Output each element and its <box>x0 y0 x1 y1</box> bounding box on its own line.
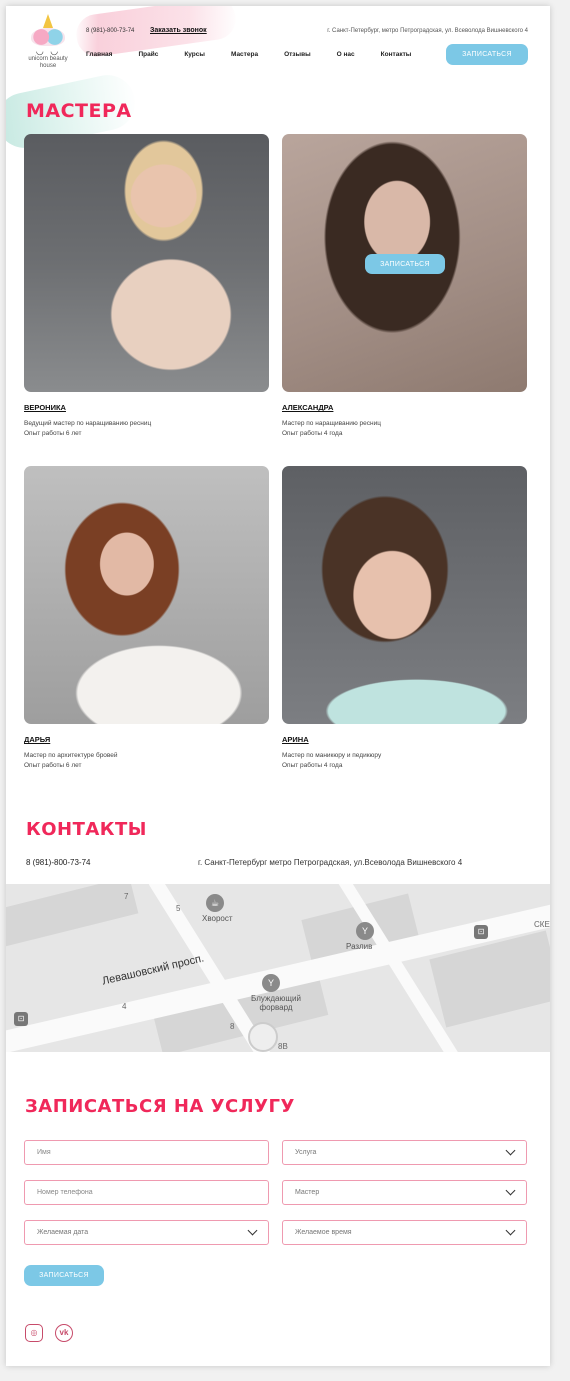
page: ◡ ◡ unicorn beauty house 8 (981)-800-73-… <box>6 6 550 1366</box>
map-poi: Блуждающий форвард <box>251 994 301 1012</box>
map-house-number: 4 <box>122 1002 127 1011</box>
master-select-label: Мастер <box>295 1189 320 1196</box>
master-name[interactable]: АЛЕКСАНДРА <box>282 403 527 412</box>
logo-text: unicorn beauty house <box>28 56 68 69</box>
chevron-down-icon <box>505 1145 516 1156</box>
service-select-label: Услуга <box>295 1149 317 1156</box>
master-photo[interactable] <box>24 466 269 724</box>
location-marker-icon[interactable] <box>248 1022 278 1052</box>
service-select[interactable]: Услуга <box>282 1140 527 1165</box>
nav-item-courses[interactable]: Курсы <box>184 51 205 58</box>
time-select[interactable]: Желаемое время <box>282 1220 527 1245</box>
vk-icon[interactable]: vk <box>55 1324 73 1342</box>
master-role: Мастер по архитектуре бровей <box>24 752 118 759</box>
bar-icon: Y <box>356 922 374 940</box>
master-card[interactable]: ДАРЬЯ Мастер по архитектуре бровей Опыт … <box>24 466 269 770</box>
chevron-down-icon <box>505 1225 516 1236</box>
unicorn-head-icon <box>31 28 65 46</box>
main-nav: Главная Прайс Курсы Мастера Отзывы О нас… <box>86 51 437 58</box>
master-experience: Опыт работы 4 года <box>282 430 343 437</box>
chevron-down-icon <box>505 1185 516 1196</box>
booking-title: ЗАПИСАТЬСЯ НА УСЛУГУ <box>25 1096 295 1117</box>
map[interactable]: Левашовский просп. ☕ Хворост Y Разлив Y … <box>6 884 550 1052</box>
map-house-number: 7 <box>124 892 129 901</box>
contacts-address: г. Санкт-Петербург метро Петроградская, … <box>198 858 463 867</box>
logo[interactable]: ◡ ◡ unicorn beauty house <box>24 14 72 74</box>
map-street-label: Левашовский просп. <box>100 952 206 988</box>
map-house-number: 8 <box>230 1022 235 1031</box>
nav-item-about[interactable]: О нас <box>337 51 355 58</box>
map-poi: Хворост <box>202 914 233 923</box>
master-card[interactable]: АРИНА Мастер по маникюру и педикюру Опыт… <box>282 466 527 770</box>
map-edge-label: СКЕ <box>534 920 550 929</box>
map-poi: Разлив <box>346 942 373 951</box>
map-house-number: 5 <box>176 904 181 913</box>
transit-icon: ⊡ <box>474 925 488 939</box>
master-experience: Опыт работы 6 лет <box>24 762 82 769</box>
phone-field[interactable] <box>24 1180 269 1205</box>
contacts-title: КОНТАКТЫ <box>26 819 147 840</box>
master-name[interactable]: ВЕРОНИКА <box>24 403 269 412</box>
nav-item-home[interactable]: Главная <box>86 51 112 58</box>
header-book-button[interactable]: ЗАПИСАТЬСЯ <box>446 44 528 65</box>
nav-item-reviews[interactable]: Отзывы <box>284 51 311 58</box>
master-card[interactable]: ЗАПИСАТЬСЯ АЛЕКСАНДРА Мастер по наращива… <box>282 134 527 438</box>
master-name[interactable]: АРИНА <box>282 735 527 744</box>
master-select[interactable]: Мастер <box>282 1180 527 1205</box>
nav-item-masters[interactable]: Мастера <box>231 51 258 58</box>
lashes-icon: ◡ ◡ <box>35 46 61 56</box>
master-photo[interactable] <box>282 466 527 724</box>
master-experience: Опыт работы 4 года <box>282 762 343 769</box>
map-building <box>6 884 139 950</box>
header-address: г. Санкт-Петербург, метро Петроградская,… <box>327 28 528 34</box>
master-experience: Опыт работы 6 лет <box>24 430 82 437</box>
unicorn-horn-icon <box>43 14 53 28</box>
instagram-icon[interactable]: ◎ <box>25 1324 43 1342</box>
name-field[interactable] <box>24 1140 269 1165</box>
map-house-number: 8В <box>278 1042 288 1051</box>
header-phone[interactable]: 8 (981)-800-73-74 <box>86 28 134 34</box>
master-photo[interactable]: ЗАПИСАТЬСЯ <box>282 134 527 392</box>
bar-icon: Y <box>262 974 280 992</box>
masters-title: МАСТЕРА <box>26 100 132 122</box>
nav-item-contacts[interactable]: Контакты <box>381 51 412 58</box>
nav-item-price[interactable]: Прайс <box>138 51 158 58</box>
master-role: Мастер по наращиванию ресниц <box>282 420 381 427</box>
phone-input[interactable] <box>37 1189 256 1196</box>
submit-booking-button[interactable]: ЗАПИСАТЬСЯ <box>24 1265 104 1286</box>
contacts-phone[interactable]: 8 (981)-800-73-74 <box>26 858 90 867</box>
master-card[interactable]: ВЕРОНИКА Ведущий мастер по наращиванию р… <box>24 134 269 438</box>
date-select[interactable]: Желаемая дата <box>24 1220 269 1245</box>
date-select-label: Желаемая дата <box>37 1229 89 1236</box>
chevron-down-icon <box>247 1225 258 1236</box>
transit-icon: ⊡ <box>14 1012 28 1026</box>
photo-book-button[interactable]: ЗАПИСАТЬСЯ <box>365 254 445 274</box>
order-call-link[interactable]: Заказать звонок <box>150 27 207 34</box>
time-select-label: Желаемое время <box>295 1229 352 1236</box>
master-role: Мастер по маникюру и педикюру <box>282 752 382 759</box>
master-name[interactable]: ДАРЬЯ <box>24 735 269 744</box>
name-input[interactable] <box>37 1149 256 1156</box>
master-photo[interactable] <box>24 134 269 392</box>
master-role: Ведущий мастер по наращиванию ресниц <box>24 420 152 427</box>
cafe-icon: ☕ <box>206 894 224 912</box>
